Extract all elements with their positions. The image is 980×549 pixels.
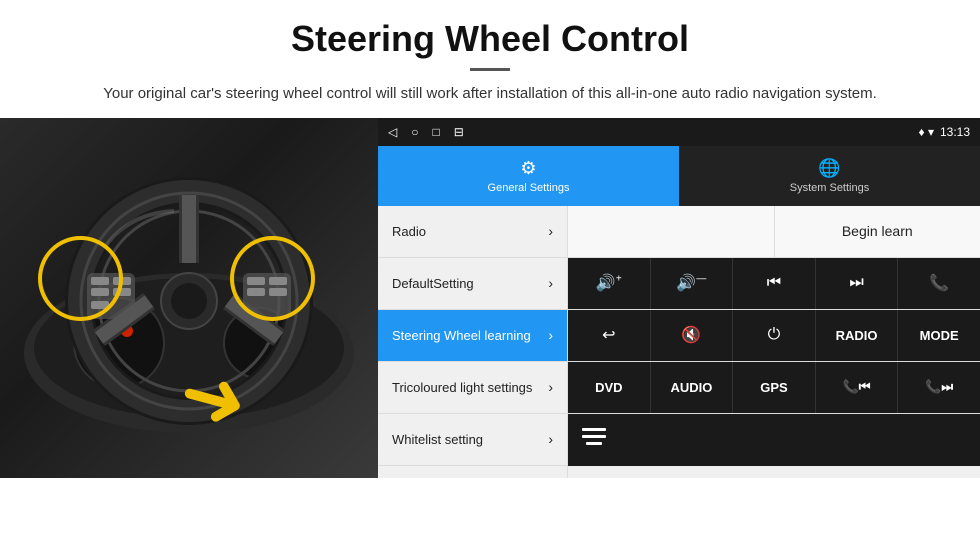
menu-radio-arrow: › [548,223,553,239]
system-settings-icon: 🌐 [818,158,840,179]
tab-general-label: General Settings [488,182,570,194]
phone-prev-button[interactable]: 📞⏮ [816,362,899,413]
tab-system-label: System Settings [790,182,869,194]
panel-row-2: 🔊+ 🔊— ⏮ ⏭ 📞 [568,258,980,310]
status-bar-right: ♦ ▾ 13:13 [918,125,970,139]
tab-general-settings[interactable]: ⚙ General Settings [378,146,679,206]
volume-up-button[interactable]: 🔊+ [568,258,651,309]
volume-down-button[interactable]: 🔊— [651,258,734,309]
prev-track-button[interactable]: ⏮ [733,258,816,309]
radio-button[interactable]: RADIO [816,310,899,361]
page-header: Steering Wheel Control Your original car… [0,0,980,118]
menu-radio-label: Radio [392,224,426,239]
menu-default-arrow: › [548,275,553,291]
power-button[interactable]: ⏻ [733,310,816,361]
left-menu: Radio › DefaultSetting › Steering Wheel … [378,206,568,478]
menu-item-radio[interactable]: Radio › [378,206,567,258]
mode-label: MODE [920,328,959,343]
tab-system-settings[interactable]: 🌐 System Settings [679,146,980,206]
phone-prev-icon: 📞⏮ [843,379,871,395]
mode-button[interactable]: MODE [898,310,980,361]
title-divider [470,68,510,71]
page-title: Steering Wheel Control [60,18,920,60]
phone-next-button[interactable]: 📞⏭ [898,362,980,413]
recent-icon[interactable]: □ [432,125,439,139]
panel-row-4: DVD AUDIO GPS 📞⏮ 📞⏭ [568,362,980,414]
dvd-label: DVD [595,380,622,395]
mute-button[interactable]: 🔇 [651,310,734,361]
car-image-area: ➜ [0,118,378,478]
next-track-button[interactable]: ⏭ [816,258,899,309]
next-track-icon: ⏭ [849,274,863,292]
panel-row-5 [568,414,980,466]
menu-tricoloured-arrow: › [548,379,553,395]
panel-row-1: Begin learn [568,206,980,258]
status-bar-left: ◁ ○ □ ⊟ [388,125,464,139]
car-image: ➜ [0,118,378,478]
menu-item-whitelist[interactable]: Whitelist setting › [378,414,567,466]
begin-learn-button[interactable]: Begin learn [775,206,980,257]
back-call-button[interactable]: ↩ [568,310,651,361]
phone-icon: 📞 [929,273,949,293]
signal-icon: ♦ ▾ [918,125,933,139]
home-icon[interactable]: ○ [411,125,418,139]
time-display: 13:13 [940,125,970,139]
radio-label: RADIO [836,328,878,343]
content-row: ➜ ◁ ○ □ ⊟ ♦ ▾ 13:13 ⚙ General Settings [0,118,980,478]
main-content: Radio › DefaultSetting › Steering Wheel … [378,206,980,478]
menu-whitelist-arrow: › [548,431,553,447]
status-bar: ◁ ○ □ ⊟ ♦ ▾ 13:13 [378,118,980,146]
menu-whitelist-label: Whitelist setting [392,432,483,447]
menu-steering-arrow: › [548,327,553,343]
audio-label: AUDIO [670,380,712,395]
screenshot-icon[interactable]: ⊟ [454,125,464,139]
circle-right-overlay [230,236,315,321]
power-icon: ⏻ [768,326,781,344]
circle-left-overlay [38,236,123,321]
phone-next-icon: 📞⏭ [925,379,953,395]
dvd-button[interactable]: DVD [568,362,651,413]
page-subtitle: Your original car's steering wheel contr… [60,83,920,106]
panel-row-3: ↩ 🔇 ⏻ RADIO MODE [568,310,980,362]
general-settings-icon: ⚙ [520,158,536,179]
phone-button[interactable]: 📞 [898,258,980,309]
menu-item-default-setting[interactable]: DefaultSetting › [378,258,567,310]
android-ui: ◁ ○ □ ⊟ ♦ ▾ 13:13 ⚙ General Settings 🌐 S… [378,118,980,478]
back-call-icon: ↩ [602,325,615,345]
mute-icon: 🔇 [681,325,701,345]
menu-item-steering-wheel[interactable]: Steering Wheel learning › [378,310,567,362]
empty-input-box [568,206,775,257]
gps-label: GPS [760,380,787,395]
menu-steering-label: Steering Wheel learning [392,328,531,343]
right-panel: Begin learn 🔊+ 🔊— ⏮ ⏭ [568,206,980,478]
prev-track-icon: ⏮ [767,274,781,292]
volume-down-icon: 🔊— [676,273,706,293]
volume-up-icon: 🔊+ [596,273,622,293]
menu-default-label: DefaultSetting [392,276,474,291]
menu-icon-button[interactable] [568,414,620,466]
menu-tricoloured-label: Tricoloured light settings [392,380,532,395]
tab-bar: ⚙ General Settings 🌐 System Settings [378,146,980,206]
menu-list-icon [582,427,606,452]
menu-item-tricoloured[interactable]: Tricoloured light settings › [378,362,567,414]
back-icon[interactable]: ◁ [388,125,397,139]
gps-button[interactable]: GPS [733,362,816,413]
audio-button[interactable]: AUDIO [651,362,734,413]
